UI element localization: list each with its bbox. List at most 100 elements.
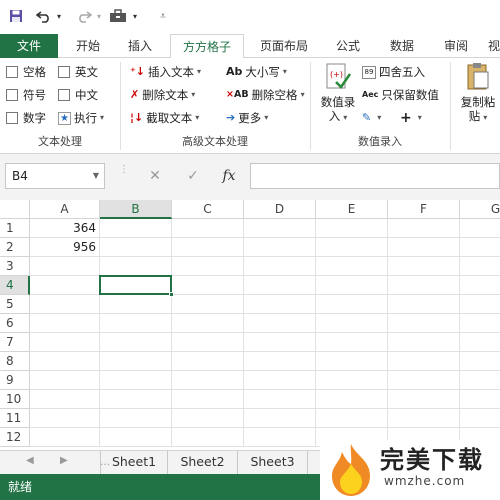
cell-a8[interactable] [30, 352, 100, 371]
cell-a5[interactable] [30, 295, 100, 314]
chevron-down-icon[interactable]: ▾ [54, 6, 64, 26]
tab-fangfanggezi[interactable]: 方方格子 [170, 34, 244, 59]
cell-g2[interactable] [460, 238, 500, 257]
cell-b8[interactable] [100, 352, 172, 371]
cell-b2[interactable] [100, 238, 172, 257]
cell-a10[interactable] [30, 390, 100, 409]
cell-e4[interactable] [316, 276, 388, 295]
cell-d5[interactable] [244, 295, 316, 314]
cell-a9[interactable] [30, 371, 100, 390]
row-header-8[interactable]: 8 [0, 352, 30, 371]
cell-b12[interactable] [100, 428, 172, 447]
row-header-7[interactable]: 7 [0, 333, 30, 352]
row-header-11[interactable]: 11 [0, 409, 30, 428]
row-header-1[interactable]: 1 [0, 219, 30, 238]
drag-handle-icon[interactable]: ⋮ [119, 165, 129, 187]
cell-f8[interactable] [388, 352, 460, 371]
cell-f10[interactable] [388, 390, 460, 409]
sheet-tab-2[interactable]: Sheet2 [168, 451, 238, 474]
cell-g7[interactable] [460, 333, 500, 352]
more-button[interactable]: ➔ 更多 ▾ [226, 108, 268, 128]
cell-f7[interactable] [388, 333, 460, 352]
cell-c4[interactable] [172, 276, 244, 295]
edit-button[interactable]: ✎ ▾ [362, 108, 381, 128]
formula-input[interactable] [250, 163, 500, 189]
cell-b3[interactable] [100, 257, 172, 276]
sheet-tab-1[interactable]: Sheet1 [100, 451, 168, 474]
cell-e10[interactable] [316, 390, 388, 409]
cell-c2[interactable] [172, 238, 244, 257]
row-header-9[interactable]: 9 [0, 371, 30, 390]
chevron-down-icon[interactable]: ▾ [130, 6, 140, 26]
cell-d1[interactable] [244, 219, 316, 238]
column-header-e[interactable]: E [316, 200, 388, 219]
case-button[interactable]: Ab 大小写 ▾ [226, 62, 287, 82]
column-header-f[interactable]: F [388, 200, 460, 219]
cell-f1[interactable] [388, 219, 460, 238]
round-button[interactable]: 89 四舍五入 [362, 62, 425, 82]
cell-c8[interactable] [172, 352, 244, 371]
delete-text-button[interactable]: ✗ 删除文本 ▾ [130, 85, 195, 105]
cell-a7[interactable] [30, 333, 100, 352]
cell-a11[interactable] [30, 409, 100, 428]
checkbox-space[interactable]: 空格 [6, 62, 46, 82]
number-entry-button[interactable]: (+) 数值录 入 ▾ [316, 62, 360, 125]
checkbox-english[interactable]: 英文 [58, 62, 98, 82]
tab-home[interactable]: 开始 [66, 34, 110, 58]
keep-values-button[interactable]: Aec 只保留数值 [362, 85, 439, 105]
cell-d12[interactable] [244, 428, 316, 447]
cell-a4[interactable] [30, 276, 100, 295]
checkbox[interactable] [6, 89, 18, 101]
checkbox[interactable] [58, 89, 70, 101]
column-header-d[interactable]: D [244, 200, 316, 219]
cell-c7[interactable] [172, 333, 244, 352]
tab-insert[interactable]: 插入 [118, 34, 162, 58]
chevron-down-icon[interactable]: ▼ [93, 164, 99, 188]
cell-b10[interactable] [100, 390, 172, 409]
scroll-left-icon[interactable]: ◀ [26, 455, 34, 466]
cell-f11[interactable] [388, 409, 460, 428]
cell-g3[interactable] [460, 257, 500, 276]
row-header-10[interactable]: 10 [0, 390, 30, 409]
cell-c3[interactable] [172, 257, 244, 276]
column-header-c[interactable]: C [172, 200, 244, 219]
column-header-g[interactable]: G [460, 200, 500, 219]
cell-g10[interactable] [460, 390, 500, 409]
cell-e8[interactable] [316, 352, 388, 371]
delete-space-button[interactable]: ×AB 删除空格 ▾ [226, 85, 305, 105]
cell-b7[interactable] [100, 333, 172, 352]
cell-f6[interactable] [388, 314, 460, 333]
cell-b1[interactable] [100, 219, 172, 238]
briefcase-icon[interactable] [108, 6, 128, 26]
cell-d8[interactable] [244, 352, 316, 371]
cell-c6[interactable] [172, 314, 244, 333]
tab-file[interactable]: 文件 [0, 34, 58, 58]
cell-d6[interactable] [244, 314, 316, 333]
cell-a3[interactable] [30, 257, 100, 276]
row-header-2[interactable]: 2 [0, 238, 30, 257]
cell-e2[interactable] [316, 238, 388, 257]
checkbox-chinese[interactable]: 中文 [58, 85, 98, 105]
customize-icon[interactable]: ⩡ [158, 6, 168, 26]
row-header-3[interactable]: 3 [0, 257, 30, 276]
fill-handle[interactable] [169, 292, 174, 297]
save-icon[interactable] [6, 6, 26, 26]
name-box[interactable]: B4 ▼ [5, 163, 105, 189]
checkbox-number[interactable]: 数字 [6, 108, 46, 128]
insert-function-icon[interactable]: fx [214, 163, 244, 189]
row-header-6[interactable]: 6 [0, 314, 30, 333]
cell-b6[interactable] [100, 314, 172, 333]
row-header-5[interactable]: 5 [0, 295, 30, 314]
column-header-b[interactable]: B [100, 200, 172, 219]
tab-formulas[interactable]: 公式 [326, 34, 370, 58]
cell-b5[interactable] [100, 295, 172, 314]
cell-g6[interactable] [460, 314, 500, 333]
cell-b11[interactable] [100, 409, 172, 428]
extract-text-button[interactable]: ¦↓ 截取文本 ▾ [130, 108, 199, 128]
cell-g4[interactable] [460, 276, 500, 295]
cell-c5[interactable] [172, 295, 244, 314]
column-header-a[interactable]: A [30, 200, 100, 219]
cell-d11[interactable] [244, 409, 316, 428]
chevron-down-icon[interactable]: ▾ [94, 6, 104, 26]
cell-a12[interactable] [30, 428, 100, 447]
